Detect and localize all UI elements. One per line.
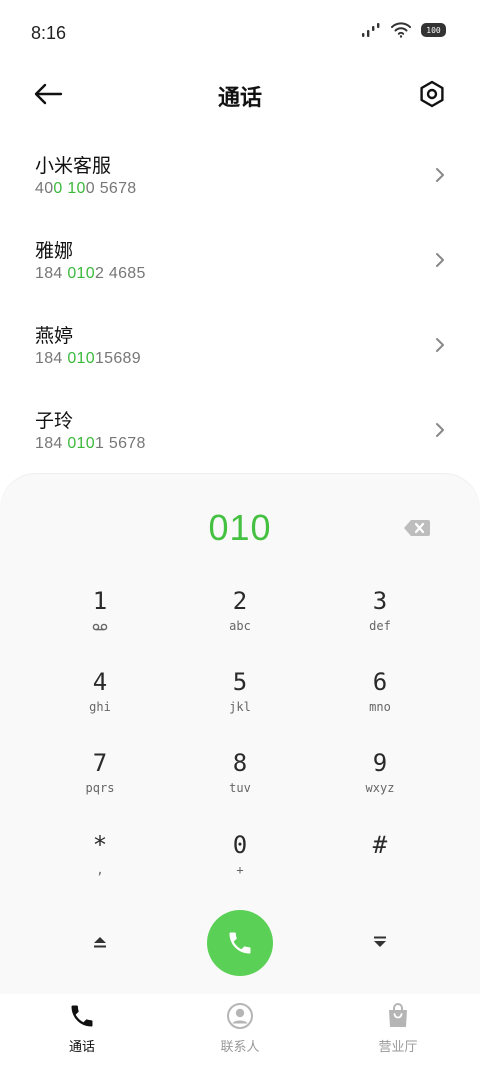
tab-label: 营业厅	[378, 1040, 418, 1055]
key-hash[interactable]: #	[320, 830, 440, 900]
call-button[interactable]	[207, 910, 273, 976]
status-icons: 100	[361, 22, 446, 38]
contact-name: 雅娜	[35, 240, 74, 262]
bottom-nav: 通话 联系人 营业厅	[0, 994, 480, 1067]
chevron-right-icon	[436, 338, 444, 352]
tab-label: 通话	[68, 1040, 95, 1055]
settings-button[interactable]	[416, 78, 448, 110]
status-bar: 8:16 100	[0, 0, 480, 68]
contact-name: 子玲	[35, 410, 74, 432]
status-time: 8:16	[31, 23, 67, 43]
contact-name: 燕婷	[35, 325, 74, 347]
contact-row[interactable]: 子玲 184 0101 5678	[0, 395, 480, 480]
contact-number: 400 100 5678	[35, 180, 137, 197]
collapse-up-icon[interactable]	[90, 932, 110, 952]
key-1[interactable]: 1	[40, 586, 160, 656]
contact-row[interactable]: 燕婷 184 01015689	[0, 310, 480, 395]
backspace-icon[interactable]	[402, 518, 432, 538]
contact-list: 小米客服 400 100 5678 雅娜 184 0102 4685 燕婷 18…	[0, 140, 480, 480]
tab-service-hall[interactable]: 营业厅	[338, 1002, 458, 1055]
key-9[interactable]: 9 wxyz	[320, 748, 440, 818]
phone-icon	[229, 932, 251, 954]
key-5[interactable]: 5 jkl	[180, 667, 300, 737]
key-star[interactable]: * ,	[40, 830, 160, 900]
key-7[interactable]: 7 pqrs	[40, 748, 160, 818]
chevron-right-icon	[436, 168, 444, 182]
shopping-bag-icon	[389, 1003, 407, 1027]
contact-row[interactable]: 雅娜 184 0102 4685	[0, 225, 480, 310]
key-0[interactable]: 0 +	[180, 830, 300, 900]
voicemail-icon	[92, 623, 108, 630]
contact-number: 184 0101 5678	[35, 435, 146, 452]
page-title: 通话	[217, 86, 262, 111]
key-2[interactable]: 2 abc	[180, 586, 300, 656]
tab-label: 联系人	[220, 1040, 260, 1055]
signal-icon	[362, 23, 380, 37]
settings-hexagon-icon	[420, 80, 444, 108]
key-4[interactable]: 4 ghi	[40, 667, 160, 737]
wifi-icon	[391, 22, 411, 38]
battery-indicator: 100	[421, 23, 446, 37]
contact-number: 184 01015689	[35, 350, 141, 367]
chevron-right-icon	[436, 253, 444, 267]
dialer-actions	[0, 910, 480, 976]
contact-row[interactable]: 小米客服 400 100 5678	[0, 140, 480, 225]
key-8[interactable]: 8 tuv	[180, 748, 300, 818]
person-icon	[227, 1003, 253, 1029]
key-6[interactable]: 6 mno	[320, 667, 440, 737]
contact-number: 184 0102 4685	[35, 265, 146, 282]
phone-icon	[71, 1005, 93, 1027]
contact-name: 小米客服	[35, 155, 112, 177]
tab-calls[interactable]: 通话	[22, 1002, 142, 1055]
header: 通话	[0, 68, 480, 122]
chevron-right-icon	[436, 423, 444, 437]
tab-contacts[interactable]: 联系人	[180, 1002, 300, 1055]
key-3[interactable]: 3 def	[320, 586, 440, 656]
collapse-down-icon[interactable]	[370, 932, 390, 952]
dialer-panel: 010 1 2 abc 3 def 4 ghi 5 jkl 6 mno 7 pq…	[0, 474, 480, 994]
